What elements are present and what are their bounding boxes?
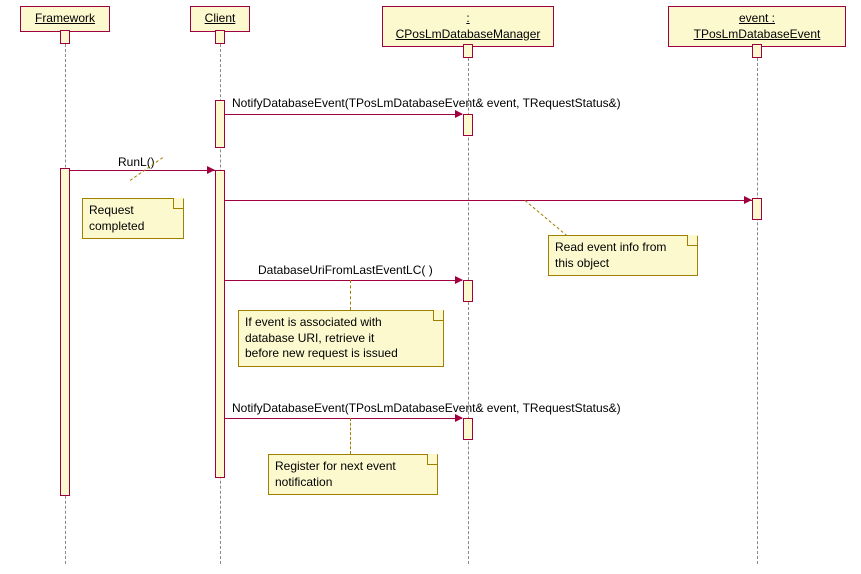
- note-register: Register for next event notification: [268, 454, 438, 495]
- note-readevent: Read event info from this object: [548, 235, 698, 276]
- note-ifevent-connector: [350, 280, 351, 310]
- msg-dburi-line: [225, 280, 462, 281]
- lifeline-event-prefix: event :: [739, 11, 775, 25]
- note-ifevent: If event is associated with database URI…: [238, 310, 444, 367]
- note-ifevent-text: If event is associated with database URI…: [245, 315, 398, 360]
- msg-runl-arrow: [207, 166, 215, 174]
- lifeline-client-label: Client: [205, 11, 236, 25]
- msg-notify2-label: NotifyDatabaseEvent(TPosLmDatabaseEvent&…: [232, 401, 621, 415]
- activation-framework: [60, 168, 70, 496]
- head-stub-dbmgr: [463, 44, 473, 58]
- note-reqcomplete-text: Request completed: [89, 203, 144, 233]
- activation-client-runl: [215, 170, 225, 478]
- msg-notify1-label: NotifyDatabaseEvent(TPosLmDatabaseEvent&…: [232, 96, 621, 110]
- lifeline-framework-label: Framework: [35, 11, 95, 25]
- lifeline-client: Client: [190, 6, 250, 32]
- msg-notify2-line: [225, 418, 462, 419]
- note-register-connector: [350, 418, 351, 454]
- note-register-text: Register for next event notification: [275, 459, 396, 489]
- msg-notify2-arrow: [455, 414, 463, 422]
- head-stub-event: [752, 44, 762, 58]
- msg-readevent-arrow: [744, 196, 752, 204]
- head-stub-client: [215, 30, 225, 44]
- lifeline-event-name: TPosLmDatabaseEvent: [694, 27, 821, 41]
- activation-dbmgr-dburi: [463, 280, 473, 302]
- msg-dburi-arrow: [455, 276, 463, 284]
- note-reqcomplete: Request completed: [82, 198, 184, 239]
- activation-dbmgr-notify2: [463, 418, 473, 440]
- lifeline-event: event : TPosLmDatabaseEvent: [668, 6, 846, 47]
- note-readevent-connector: [525, 200, 568, 236]
- msg-notify1-arrow: [455, 110, 463, 118]
- activation-dbmgr-notify1: [463, 114, 473, 136]
- lifeline-dbmgr-prefix: :: [466, 11, 469, 25]
- activation-event-read: [752, 198, 762, 220]
- lifeline-dbmgr-name: CPosLmDatabaseManager: [396, 27, 541, 41]
- note-readevent-text: Read event info from this object: [555, 240, 666, 270]
- head-stub-framework: [60, 30, 70, 44]
- msg-notify1-line: [225, 114, 462, 115]
- msg-readevent-line: [225, 200, 752, 201]
- activation-client-initial: [215, 100, 225, 148]
- lifeline-dbmgr: : CPosLmDatabaseManager: [382, 6, 554, 47]
- msg-dburi-label: DatabaseUriFromLastEventLC( ): [258, 263, 433, 277]
- lifeline-line-event: [757, 58, 758, 564]
- lifeline-framework: Framework: [20, 6, 110, 32]
